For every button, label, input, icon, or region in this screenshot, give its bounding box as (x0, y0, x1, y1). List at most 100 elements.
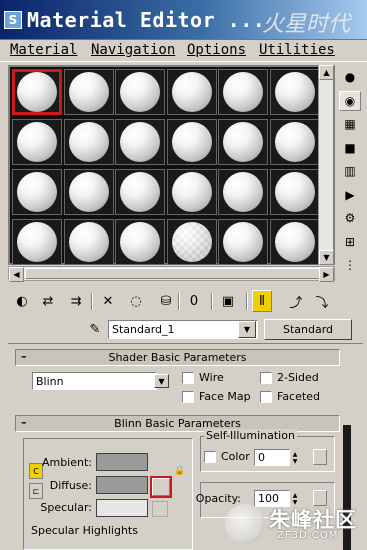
checkbox-box[interactable] (204, 450, 216, 463)
sample-slot[interactable] (63, 169, 114, 215)
side-toolbar: ● ◉ ▦ ■ ▥ ▶ ⚙ ⊞ ⋮ (336, 65, 364, 285)
sample-slot[interactable] (12, 169, 62, 215)
sample-slot[interactable] (269, 69, 320, 115)
checkbox-box[interactable] (260, 371, 272, 384)
sample-slot[interactable] (12, 219, 62, 265)
show-map-in-viewport-icon[interactable]: ▣ (218, 290, 238, 312)
faceted-checkbox[interactable]: Faceted (260, 390, 320, 403)
self-illum-map-button[interactable] (313, 449, 327, 465)
sample-slot[interactable] (115, 69, 165, 115)
checkbox-box[interactable] (182, 390, 194, 403)
chevron-down-icon[interactable]: ▼ (154, 374, 169, 388)
self-illum-color-checkbox[interactable]: Color (204, 450, 250, 463)
sample-slot[interactable] (63, 219, 114, 265)
sample-slot[interactable] (218, 219, 268, 265)
shader-type-select[interactable]: Blinn ▼ (32, 372, 169, 390)
material-type-button[interactable]: Standard (264, 319, 352, 340)
sample-slot-selected[interactable] (12, 69, 62, 115)
slots-horizontal-scrollbar[interactable]: ◀ ▶ (8, 266, 335, 282)
scroll-left-arrow-icon[interactable]: ◀ (9, 267, 24, 282)
checkbox-box[interactable] (260, 390, 272, 403)
spinner-arrows-icon[interactable]: ▲ ▼ (290, 449, 300, 466)
face-map-checkbox[interactable]: Face Map (182, 390, 251, 403)
sample-slot[interactable] (269, 169, 320, 215)
checker-background-icon[interactable]: ▦ (339, 114, 361, 134)
sample-sphere-icon[interactable]: ● (339, 67, 361, 87)
scroll-up-arrow-icon[interactable]: ▲ (319, 65, 334, 80)
wire-checkbox[interactable]: Wire (182, 371, 224, 384)
put-to-scene-icon[interactable]: ⇄ (38, 290, 58, 312)
app-icon[interactable]: S (4, 11, 22, 29)
select-by-material-icon[interactable]: ⊞ (339, 231, 361, 252)
menu-navigation[interactable]: Navigation (91, 42, 175, 58)
sample-slot[interactable] (166, 69, 217, 115)
checkbox-box[interactable] (182, 371, 194, 384)
lock-icon[interactable]: 🔒 (174, 466, 185, 480)
scroll-down-arrow-icon[interactable]: ▼ (319, 250, 334, 265)
menu-utilities[interactable]: Utilities (259, 42, 335, 58)
sample-uv-tiling-icon[interactable]: ■ (339, 137, 361, 158)
ambient-color-swatch[interactable] (96, 453, 148, 471)
sample-slot[interactable] (218, 169, 268, 215)
sample-sphere (120, 122, 160, 162)
watermark-logo-icon (225, 504, 265, 544)
material-effects-channel-icon[interactable]: 0 (184, 290, 204, 312)
assign-to-selection-icon[interactable]: ⇉ (66, 290, 86, 312)
sample-sphere (68, 172, 109, 212)
two-sided-checkbox[interactable]: 2-Sided (260, 371, 319, 384)
sample-slot[interactable] (218, 119, 268, 165)
sample-sphere (17, 222, 57, 262)
menu-options[interactable]: Options (187, 42, 246, 58)
scroll-right-arrow-icon[interactable]: ▶ (319, 267, 334, 282)
self-illum-value-field[interactable]: 0 (254, 449, 290, 466)
sample-sphere (68, 122, 109, 162)
slots-vertical-scrollbar[interactable]: ▲ ▼ (318, 65, 334, 265)
menu-material[interactable]: Material (10, 42, 77, 58)
make-preview-icon[interactable]: ▶ (339, 184, 361, 205)
sample-sphere (223, 222, 263, 262)
sample-slot[interactable] (115, 219, 165, 265)
backlight-icon[interactable]: ◉ (339, 90, 361, 111)
diffuse-map-button[interactable] (152, 478, 170, 496)
shader-type-value: Blinn (36, 375, 64, 388)
watermark-top: 火星时代 (262, 12, 351, 37)
sample-slot[interactable] (166, 119, 217, 165)
sample-slot[interactable] (115, 119, 165, 165)
go-to-parent-icon[interactable]: ⤴ (286, 290, 306, 312)
show-end-result-icon[interactable]: ⫴ (252, 290, 272, 312)
sample-slot[interactable] (63, 69, 114, 115)
sample-slot[interactable] (218, 69, 268, 115)
make-unique-icon[interactable]: ◌ (126, 290, 146, 312)
get-material-icon[interactable]: ◐ (12, 290, 32, 312)
specular-map-button[interactable] (152, 501, 168, 517)
horizontal-scroll-thumb[interactable] (25, 268, 327, 279)
options-icon[interactable]: ⚙ (339, 208, 361, 228)
sample-slot[interactable] (269, 119, 320, 165)
video-color-check-icon[interactable]: ▥ (339, 161, 361, 181)
checkbox-label: Color (221, 450, 250, 463)
sample-slot[interactable] (269, 219, 320, 265)
diffuse-color-swatch[interactable] (96, 476, 148, 494)
toolbar-separator (246, 293, 248, 310)
go-forward-to-sibling-icon[interactable]: ⤵ (312, 290, 332, 312)
sample-slot[interactable] (166, 169, 217, 215)
specular-color-swatch[interactable] (96, 499, 148, 517)
self-illumination-group: Self-Illumination Color 0 ▲ ▼ (200, 429, 335, 472)
title-bar[interactable]: S Material Editor ... 火星时代 (0, 0, 367, 40)
material-map-navigator-icon[interactable]: ⋮ (339, 255, 361, 275)
sample-sphere (171, 172, 212, 212)
sample-sphere (171, 222, 212, 262)
sample-slot[interactable] (115, 169, 165, 215)
sample-slot[interactable] (12, 119, 62, 165)
reset-map-icon[interactable]: ✕ (98, 290, 118, 312)
eyedropper-icon[interactable]: ✎ (86, 320, 104, 338)
sample-slot[interactable] (166, 219, 217, 265)
sample-sphere (274, 172, 315, 212)
put-to-library-icon[interactable]: ⛁ (156, 290, 176, 312)
material-name-dropdown-arrow-icon[interactable]: ▼ (238, 321, 256, 338)
sample-slot[interactable] (63, 119, 114, 165)
material-name-field[interactable]: Standard_1 (108, 320, 258, 339)
sample-sphere (274, 72, 315, 112)
toolbar-separator (178, 293, 180, 310)
shader-rollout-header[interactable]: – Shader Basic Parameters (15, 349, 340, 366)
